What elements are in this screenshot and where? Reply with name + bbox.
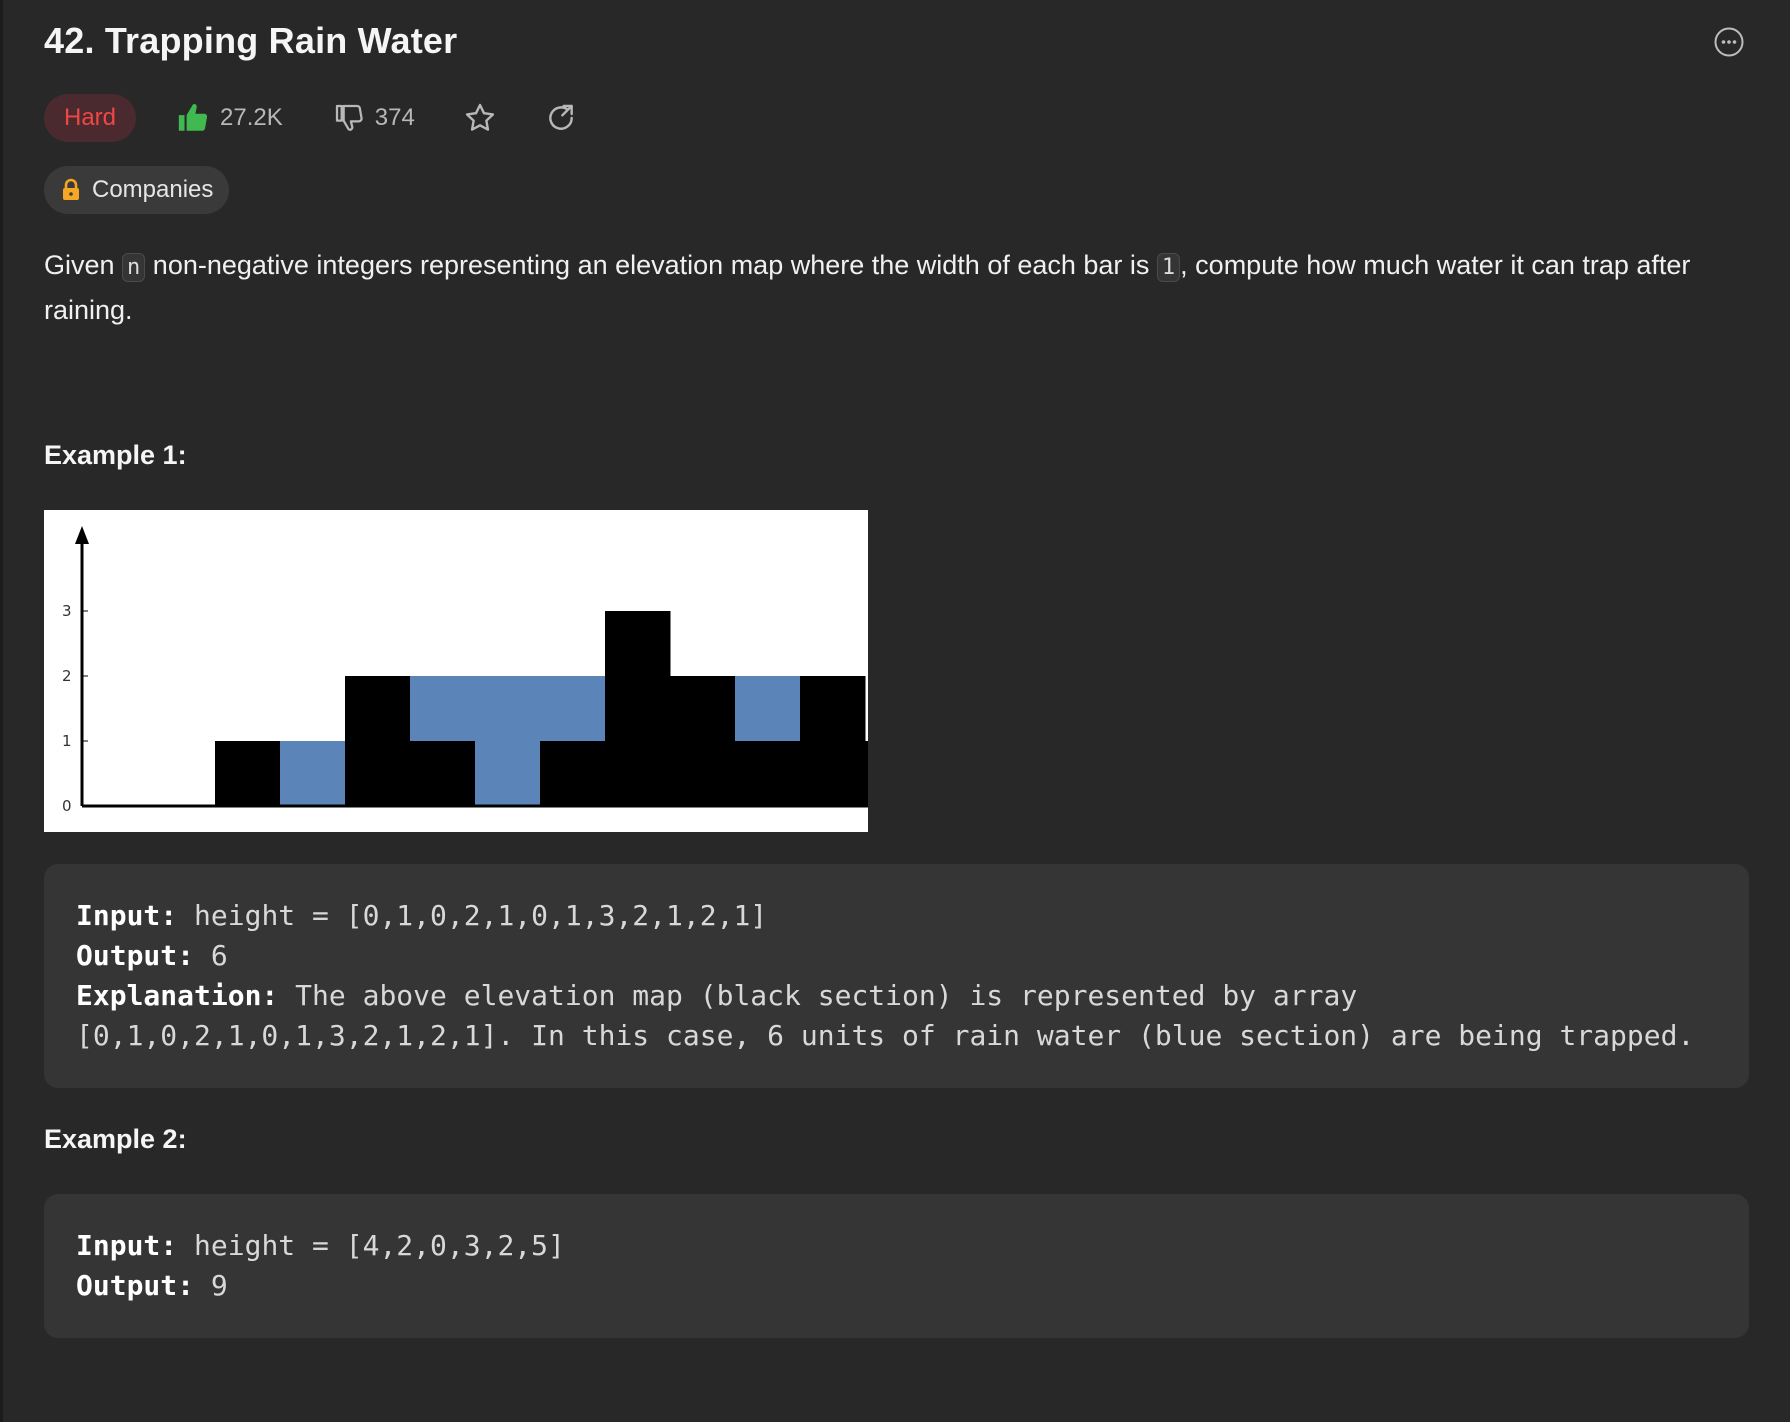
y-tick-label: 0 [62,797,72,815]
explanation-text-line1: The above elevation map (black section) … [278,979,1358,1012]
statement-text-1: Given [44,250,123,280]
favorite-button[interactable] [463,101,497,135]
share-icon [548,104,573,130]
elevation-bar [735,741,801,806]
elevation-bar [670,676,736,806]
share-button[interactable] [545,102,577,134]
more-options-icon [1714,27,1744,57]
elevation-bar [345,676,411,806]
water-bar [735,676,801,741]
y-tick-label: 1 [62,732,72,750]
water-bar [475,676,541,806]
companies-tag-button[interactable]: Companies [44,166,230,214]
inline-code-1: 1 [1156,253,1181,282]
thumbs-up-icon [178,103,208,131]
explanation-text-line2: [0,1,0,2,1,0,1,3,2,1,2,1]. In this case,… [76,1019,1695,1052]
elevation-bar [215,741,281,806]
elevation-bar [865,741,868,806]
input-label: Input: [76,899,178,932]
input-label: Input: [76,1229,178,1262]
problem-title: 42. Trapping Rain Water [44,20,458,61]
panel-left-border [0,0,3,1422]
output-value: 9 [194,1269,228,1302]
dislike-button[interactable]: 374 [333,102,415,134]
like-button[interactable]: 27.2K [176,101,283,135]
star-icon [465,103,494,131]
elevation-map-chart: 0 1 2 3 [44,510,868,832]
output-label: Output: [76,939,195,972]
input-value: height = [0,1,0,2,1,0,1,3,2,1,2,1] [177,899,768,932]
elevation-bar [800,676,866,806]
y-tick-label: 2 [62,667,72,685]
thumbs-down-icon [335,104,363,131]
y-axis-arrow [75,526,89,544]
example-2-heading: Example 2: [44,1124,187,1154]
problem-statement: Given n non-negative integers representi… [44,244,1749,331]
explanation-label: Explanation: [76,979,279,1012]
example-1-heading: Example 1: [44,440,187,470]
inline-code-n: n [122,253,146,282]
elevation-bar [540,741,606,806]
problem-meta-row: Hard 27.2K 374 [44,94,577,142]
more-options-button[interactable] [1709,22,1749,62]
output-label: Output: [76,1269,195,1302]
input-value: height = [4,2,0,3,2,5] [177,1229,565,1262]
elevation-bar [410,741,476,806]
lock-icon [63,178,79,200]
water-bar [540,676,606,741]
water-bar [280,741,346,806]
elevation-map-svg: 0 1 2 3 [62,526,868,815]
companies-label: Companies [92,176,214,203]
example-1-code-block: Input: height = [0,1,0,2,1,0,1,3,2,1,2,1… [44,864,1749,1088]
dislike-count: 374 [374,104,415,131]
example-2-code-block: Input: height = [4,2,0,3,2,5] Output: 9 [44,1194,1749,1338]
difficulty-badge: Hard [44,94,137,142]
elevation-bar [605,611,671,806]
y-tick-label: 3 [62,602,72,620]
output-value: 6 [194,939,228,972]
like-count: 27.2K [220,104,283,131]
statement-text-2: non-negative integers representing an el… [145,250,1157,280]
water-bar [410,676,476,741]
